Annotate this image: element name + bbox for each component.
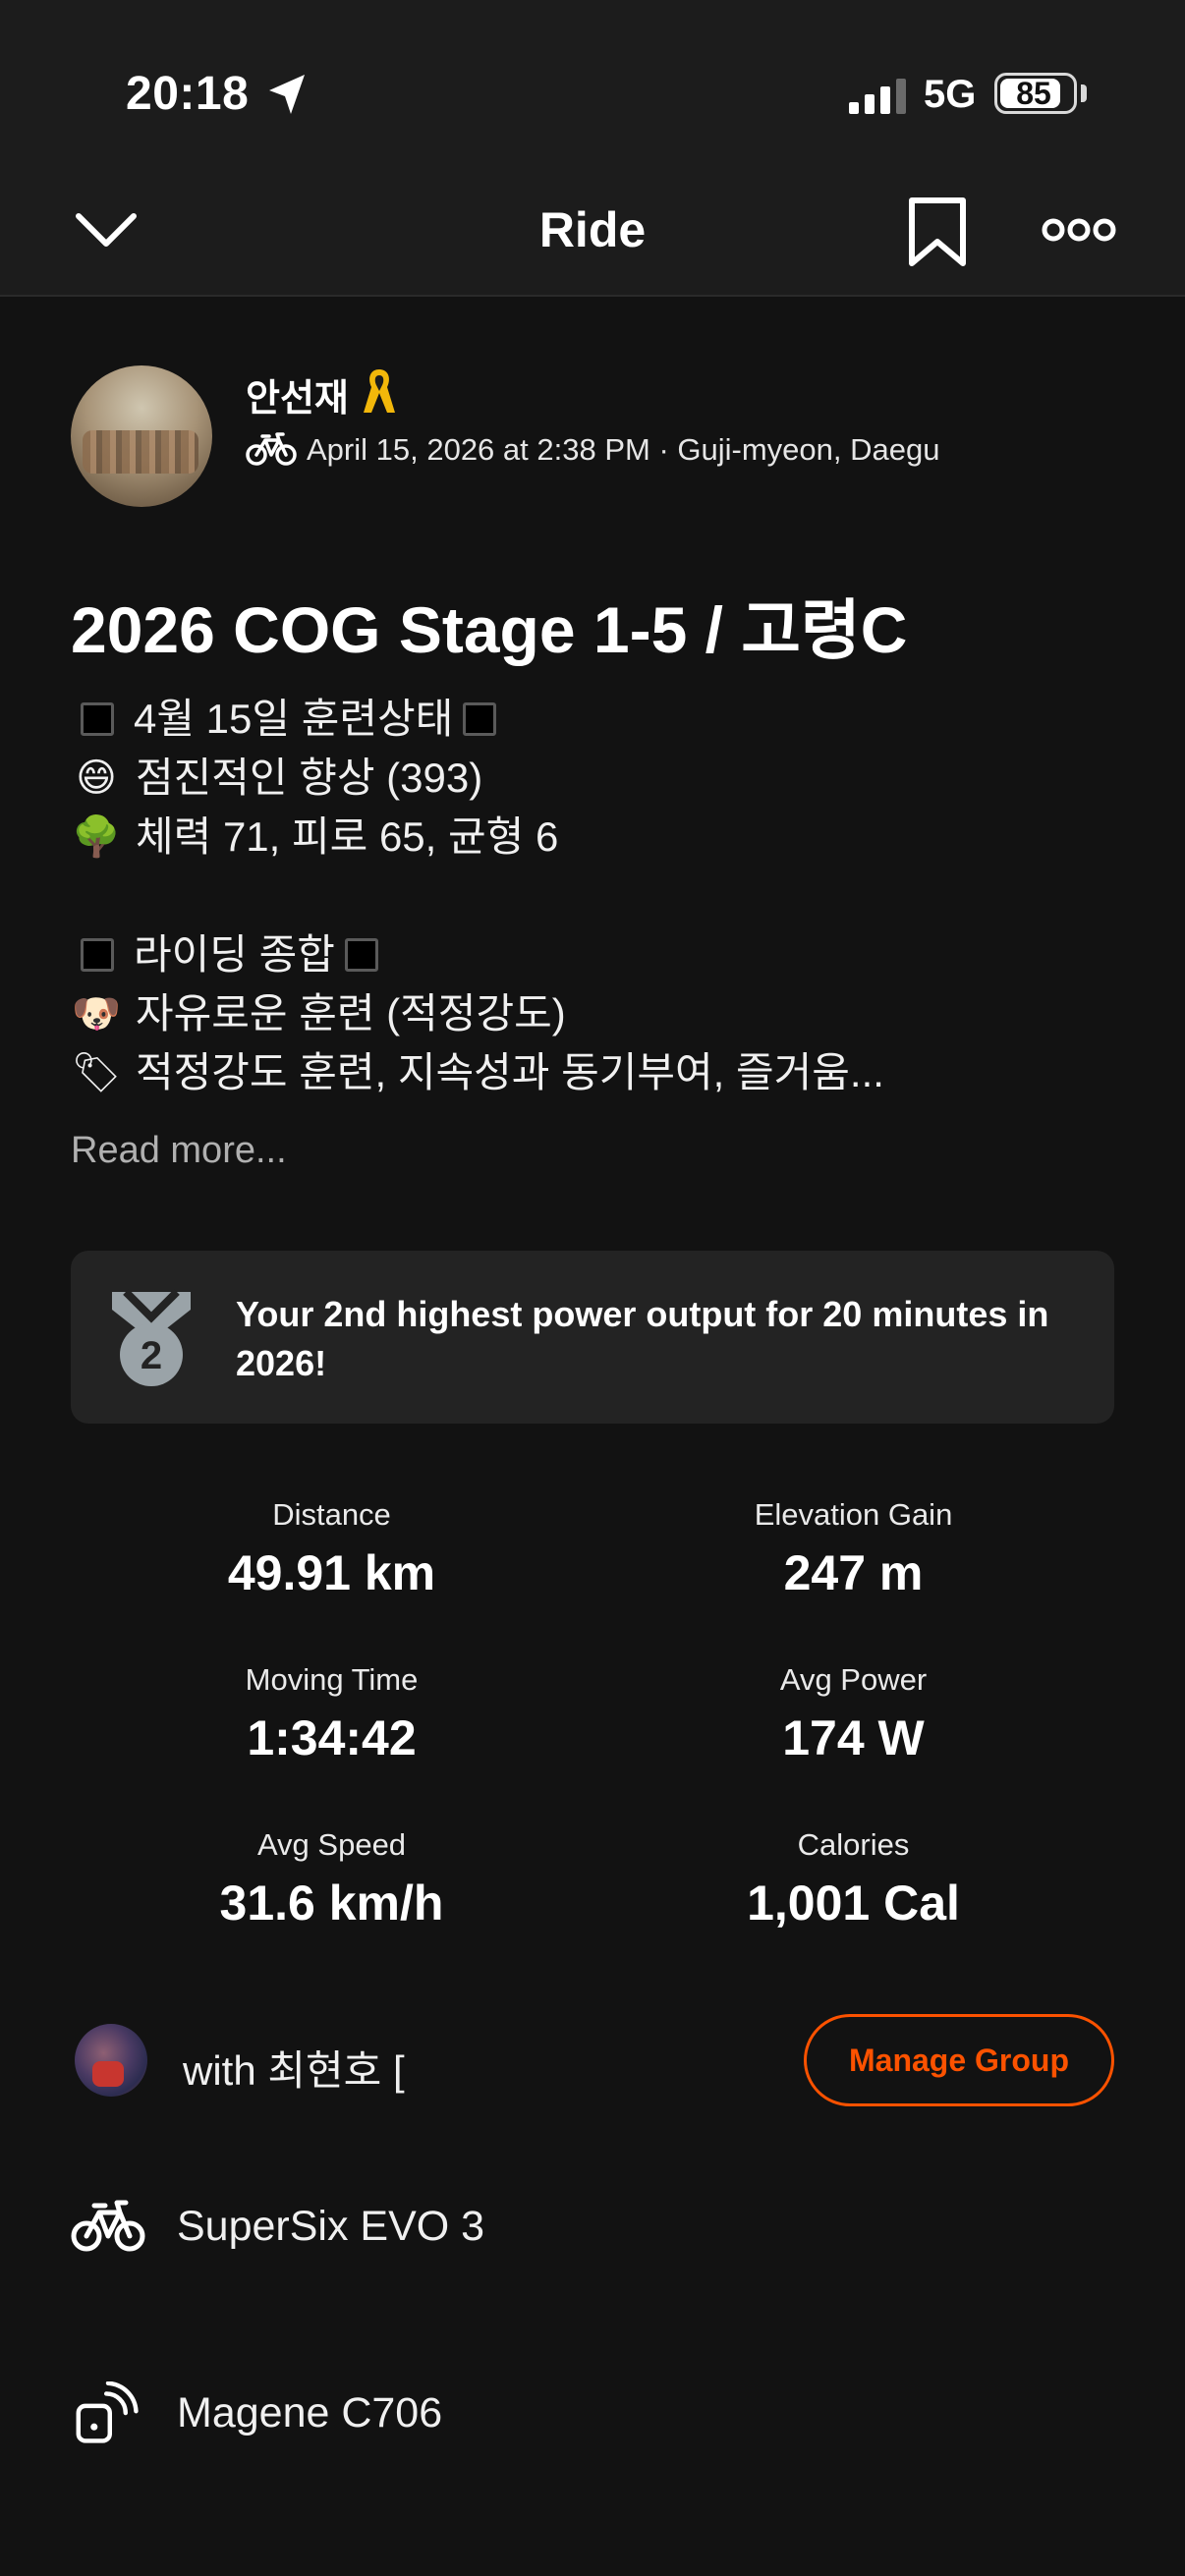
stat-label: Avg Power: [779, 1662, 928, 1697]
stat-value: 174 W: [782, 1710, 925, 1765]
stat-value: 1,001 Cal: [747, 1876, 960, 1931]
stat-label: Moving Time: [245, 1662, 419, 1697]
stat-label: Avg Speed: [256, 1827, 407, 1862]
black-square-icon: [81, 702, 114, 736]
activity-description: 4월 15일 훈련상태 😄 점진적인 향상 (393) 🌳 체력 71, 피로 65, …: [71, 690, 1112, 1102]
stat-elevation-gain: Elevation Gain 247 m: [592, 1497, 1114, 1601]
read-more-link[interactable]: Read more...: [71, 1130, 287, 1172]
description-text: 자유로운 훈련 (적정강도): [136, 990, 566, 1036]
bookmark-icon[interactable]: [906, 196, 969, 267]
athlete-name[interactable]: 안선재: [246, 367, 349, 421]
emoji-icon: 😄: [76, 756, 117, 800]
bike-icon: [246, 432, 297, 466]
achievement-text: Your 2nd highest power output for 20 min…: [236, 1294, 1049, 1383]
stat-label: Distance: [272, 1497, 391, 1532]
achievement-card[interactable]: 2 Your 2nd highest power output for 20 m…: [71, 1251, 1114, 1424]
black-square-icon: [81, 938, 114, 972]
description-line: 🏷 적정강도 훈련, 지속성과 동기부여, 즐거움...: [71, 1043, 1112, 1102]
gear-bike-label: SuperSix EVO 3: [177, 2202, 485, 2250]
device-icon: [76, 2381, 139, 2443]
black-square-icon: [344, 938, 378, 972]
emoji-icon: 🐶: [72, 992, 121, 1036]
page-title: Ride: [538, 202, 647, 257]
signal-icon: [849, 79, 906, 114]
ribbon-icon: [364, 369, 395, 413]
description-text: 점진적인 향상 (393): [136, 755, 483, 801]
stat-avg-speed: Avg Speed 31.6 km/h: [71, 1827, 592, 1932]
status-time: 20:18: [126, 68, 250, 120]
group-with-text[interactable]: with 최현호 [: [183, 2038, 405, 2098]
description-text: 라이딩 종합: [134, 931, 335, 978]
stat-calories: Calories 1,001 Cal: [592, 1827, 1114, 1932]
description-line: 4월 15일 훈련상태: [71, 690, 1112, 749]
bike-icon: [71, 2200, 145, 2252]
description-text: 체력 71, 피로 65, 균형 6: [136, 813, 559, 860]
emoji-icon: 🏷: [71, 1051, 122, 1094]
group-member-avatar[interactable]: [75, 2024, 147, 2097]
stat-value: 247 m: [783, 1545, 924, 1600]
stat-value: 49.91 km: [227, 1545, 436, 1600]
medal-icon: 2: [112, 1289, 191, 1386]
medal-number: 2: [141, 1334, 162, 1377]
more-options-icon[interactable]: [1042, 212, 1116, 248]
description-text: 4월 15일 훈련상태: [134, 696, 454, 742]
athlete-avatar[interactable]: [71, 365, 212, 507]
stat-label: Elevation Gain: [754, 1497, 953, 1532]
description-text: 적정강도 훈련, 지속성과 동기부여, 즐거움...: [136, 1049, 884, 1095]
activity-title: 2026 COG Stage 1-5 / 고령C: [71, 593, 908, 666]
description-line: 🐶 자유로운 훈련 (적정강도): [71, 984, 1112, 1043]
black-square-icon: [463, 702, 497, 736]
stat-value: 31.6 km/h: [219, 1876, 444, 1931]
description-line: 🌳 체력 71, 피로 65, 균형 6: [71, 808, 1112, 867]
battery-percent: 85: [1016, 75, 1051, 111]
battery-icon: 85: [994, 73, 1077, 114]
description-blank-line: [71, 867, 1112, 925]
network-type: 5G: [924, 73, 977, 116]
activity-meta: April 15, 2026 at 2:38 PM · Guji-myeon, …: [307, 432, 940, 467]
stat-label: Calories: [797, 1827, 910, 1862]
description-line: 😄 점진적인 향상 (393): [71, 749, 1112, 808]
stat-value: 1:34:42: [247, 1710, 417, 1765]
top-bar: 20:18 5G 85 Ride: [0, 0, 1185, 297]
battery-nub: [1081, 84, 1087, 102]
stat-moving-time: Moving Time 1:34:42: [71, 1662, 592, 1766]
location-arrow-icon: [269, 75, 305, 114]
manage-group-button[interactable]: Manage Group: [804, 2014, 1114, 2106]
stat-avg-power: Avg Power 174 W: [592, 1662, 1114, 1766]
gear-device-label: Magene C706: [177, 2388, 443, 2436]
emoji-icon: 🌳: [72, 815, 121, 859]
description-line: 라이딩 종합: [71, 925, 1112, 984]
stat-distance: Distance 49.91 km: [71, 1497, 592, 1601]
gear-device-row[interactable]: Magene C706: [71, 2381, 442, 2444]
gear-bike-row[interactable]: SuperSix EVO 3: [71, 2195, 484, 2258]
